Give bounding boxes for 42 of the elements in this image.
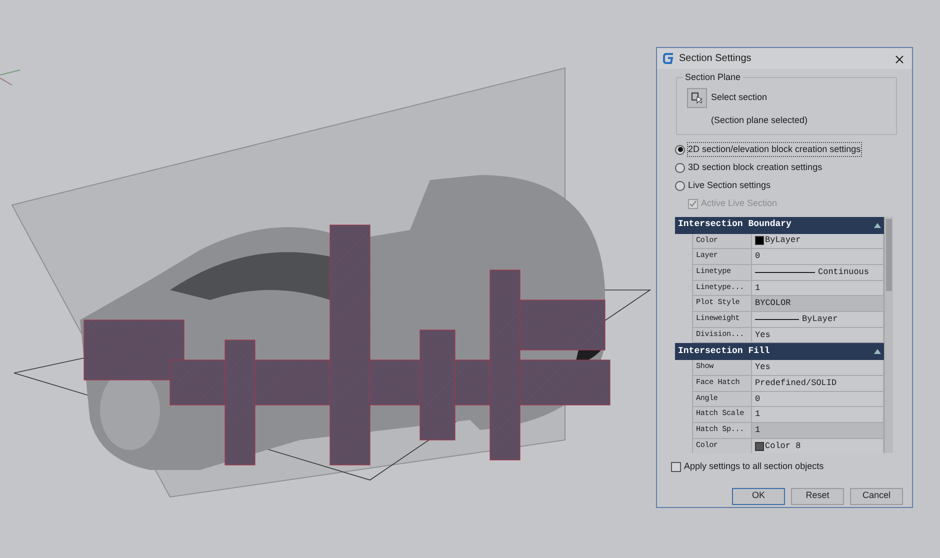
property-value[interactable]: BYCOLOR bbox=[752, 296, 884, 312]
checkbox-label: Active Live Section bbox=[701, 196, 778, 210]
group-header[interactable]: Intersection Fill bbox=[675, 343, 884, 360]
property-value[interactable]: 0 bbox=[752, 249, 884, 265]
group-header[interactable]: Intersection Boundary bbox=[675, 216, 884, 234]
property-value[interactable]: 1 bbox=[752, 407, 884, 424]
property-value[interactable]: Color 8 bbox=[752, 438, 884, 452]
dialog-button[interactable]: OK bbox=[732, 488, 785, 504]
property-value[interactable]: ByLayer bbox=[752, 234, 884, 250]
collapse-icon[interactable] bbox=[874, 349, 881, 354]
property-value[interactable]: Predefined/SOLID bbox=[752, 376, 884, 392]
property-value[interactable]: 1 bbox=[752, 280, 884, 296]
group-title: Intersection Fill bbox=[678, 345, 770, 358]
property-value[interactable]: Yes bbox=[752, 328, 884, 344]
radio-button[interactable] bbox=[675, 180, 685, 190]
property-value[interactable]: Yes bbox=[752, 360, 884, 376]
property-value[interactable]: 0 bbox=[752, 392, 884, 408]
axis-icon bbox=[0, 70, 20, 86]
window-title: Section Settings bbox=[679, 52, 752, 66]
property-value[interactable]: ByLayer bbox=[752, 312, 884, 328]
option-label[interactable]: 2D section/elevation block creation settings bbox=[688, 142, 861, 156]
scrollbar[interactable] bbox=[884, 216, 893, 452]
checkbox-label: Apply settings to all section objects bbox=[684, 460, 824, 473]
line-sample bbox=[755, 318, 799, 320]
group-title: Intersection Boundary bbox=[678, 218, 792, 232]
dialog-button[interactable]: Reset bbox=[791, 488, 844, 504]
property-value[interactable]: 1 bbox=[752, 423, 884, 439]
property-value[interactable]: Continuous bbox=[752, 264, 884, 281]
dialog-button[interactable]: Cancel bbox=[850, 488, 903, 504]
radio-button[interactable] bbox=[675, 144, 685, 154]
select-cursor-icon bbox=[691, 92, 703, 104]
collapse-icon[interactable] bbox=[874, 222, 881, 228]
scrollbar-thumb[interactable] bbox=[886, 218, 892, 290]
option-label[interactable]: Live Section settings bbox=[688, 178, 771, 192]
checkbox[interactable] bbox=[671, 462, 681, 472]
select-section-button[interactable] bbox=[687, 88, 707, 108]
button-label: Select section bbox=[711, 91, 768, 104]
app-logo-icon bbox=[663, 53, 674, 64]
radio-button[interactable] bbox=[675, 162, 685, 172]
line-sample bbox=[755, 272, 815, 273]
status-text: (Section plane selected) bbox=[711, 114, 809, 127]
option-label[interactable]: 3D section block creation settings bbox=[688, 160, 822, 174]
